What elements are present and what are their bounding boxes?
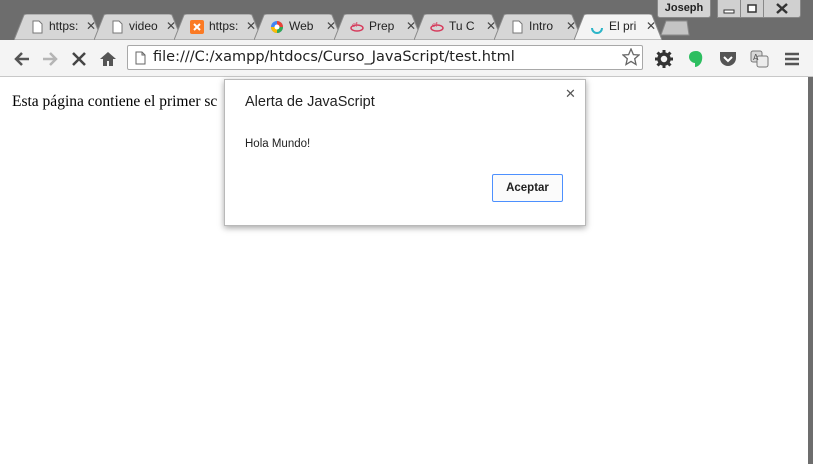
tab-6[interactable]: cf Tu C ✕: [414, 14, 502, 40]
profile-name[interactable]: Joseph: [657, 0, 711, 18]
minimize-button[interactable]: [717, 0, 741, 18]
tab-7[interactable]: Intro ✕: [494, 14, 582, 40]
tab-3[interactable]: https: ✕: [174, 14, 262, 40]
tab-2[interactable]: video ✕: [94, 14, 182, 40]
minimize-icon: [723, 9, 735, 14]
forward-arrow-icon[interactable]: [40, 49, 60, 69]
toolbar: file:///C:/xampp/htdocs/Curso_JavaScript…: [0, 40, 813, 77]
codigofacilito-icon: cf: [430, 22, 444, 32]
translate-icon[interactable]: A: [750, 49, 770, 69]
tab-title: Intro: [529, 19, 554, 33]
tab-title: https:: [49, 19, 79, 33]
gear-icon[interactable]: [654, 49, 674, 69]
bookmark-star-icon[interactable]: [622, 48, 640, 66]
dialog-title: Alerta de JavaScript: [245, 94, 375, 110]
evernote-extension-icon[interactable]: [686, 49, 706, 69]
pocket-icon[interactable]: [718, 49, 738, 69]
close-window-button[interactable]: [763, 0, 801, 18]
tab-5[interactable]: cf Prep ✕: [334, 14, 422, 40]
url-text[interactable]: file:///C:/xampp/htdocs/Curso_JavaScript…: [153, 49, 515, 65]
tab-8-active[interactable]: El pri ✕: [574, 14, 662, 40]
page-icon: [112, 20, 123, 34]
page-icon: [512, 20, 523, 34]
svg-text:A: A: [753, 53, 759, 62]
maximize-button[interactable]: [740, 0, 764, 18]
dialog-message: Hola Mundo!: [245, 138, 311, 150]
close-tab-icon[interactable]: ✕: [646, 19, 656, 33]
page-icon: [32, 20, 43, 34]
page-icon: [135, 51, 146, 65]
title-bar: https: ✕ video ✕ https: ✕ Web ✕ cf Prep …: [0, 0, 813, 40]
window-border: [808, 77, 813, 464]
new-tab-button[interactable]: [660, 20, 690, 36]
menu-icon[interactable]: [782, 49, 802, 69]
dialog-close-icon[interactable]: ✕: [565, 87, 576, 102]
xampp-icon: [190, 20, 204, 34]
browser-window: https: ✕ video ✕ https: ✕ Web ✕ cf Prep …: [0, 0, 813, 464]
address-bar[interactable]: file:///C:/xampp/htdocs/Curso_JavaScript…: [127, 45, 643, 70]
tab-title: Web: [289, 19, 314, 33]
tab-title: Prep: [369, 19, 395, 33]
svg-text:cf: cf: [432, 22, 438, 29]
home-icon[interactable]: [98, 49, 118, 69]
tab-title: video: [129, 19, 158, 33]
tab-strip: https: ✕ video ✕ https: ✕ Web ✕ cf Prep …: [6, 14, 726, 40]
loading-spinner-icon: [591, 27, 603, 34]
tab-title: El pri: [609, 19, 637, 33]
restore-icon: [747, 4, 757, 13]
page-paragraph: Esta página contiene el primer sc: [12, 93, 218, 110]
javascript-alert-dialog: Alerta de JavaScript ✕ Hola Mundo! Acept…: [224, 79, 586, 226]
accept-button[interactable]: Aceptar: [492, 174, 563, 202]
webstore-icon: [271, 21, 283, 33]
back-arrow-icon[interactable]: [12, 49, 32, 69]
svg-text:cf: cf: [352, 22, 358, 29]
tab-4[interactable]: Web ✕: [254, 14, 342, 40]
stop-icon[interactable]: [69, 49, 89, 69]
codigofacilito-icon: cf: [350, 22, 364, 32]
close-window-icon: [776, 3, 788, 14]
tab-title: https:: [209, 19, 239, 33]
tab-1[interactable]: https: ✕: [14, 14, 102, 40]
tab-title: Tu C: [449, 19, 475, 33]
